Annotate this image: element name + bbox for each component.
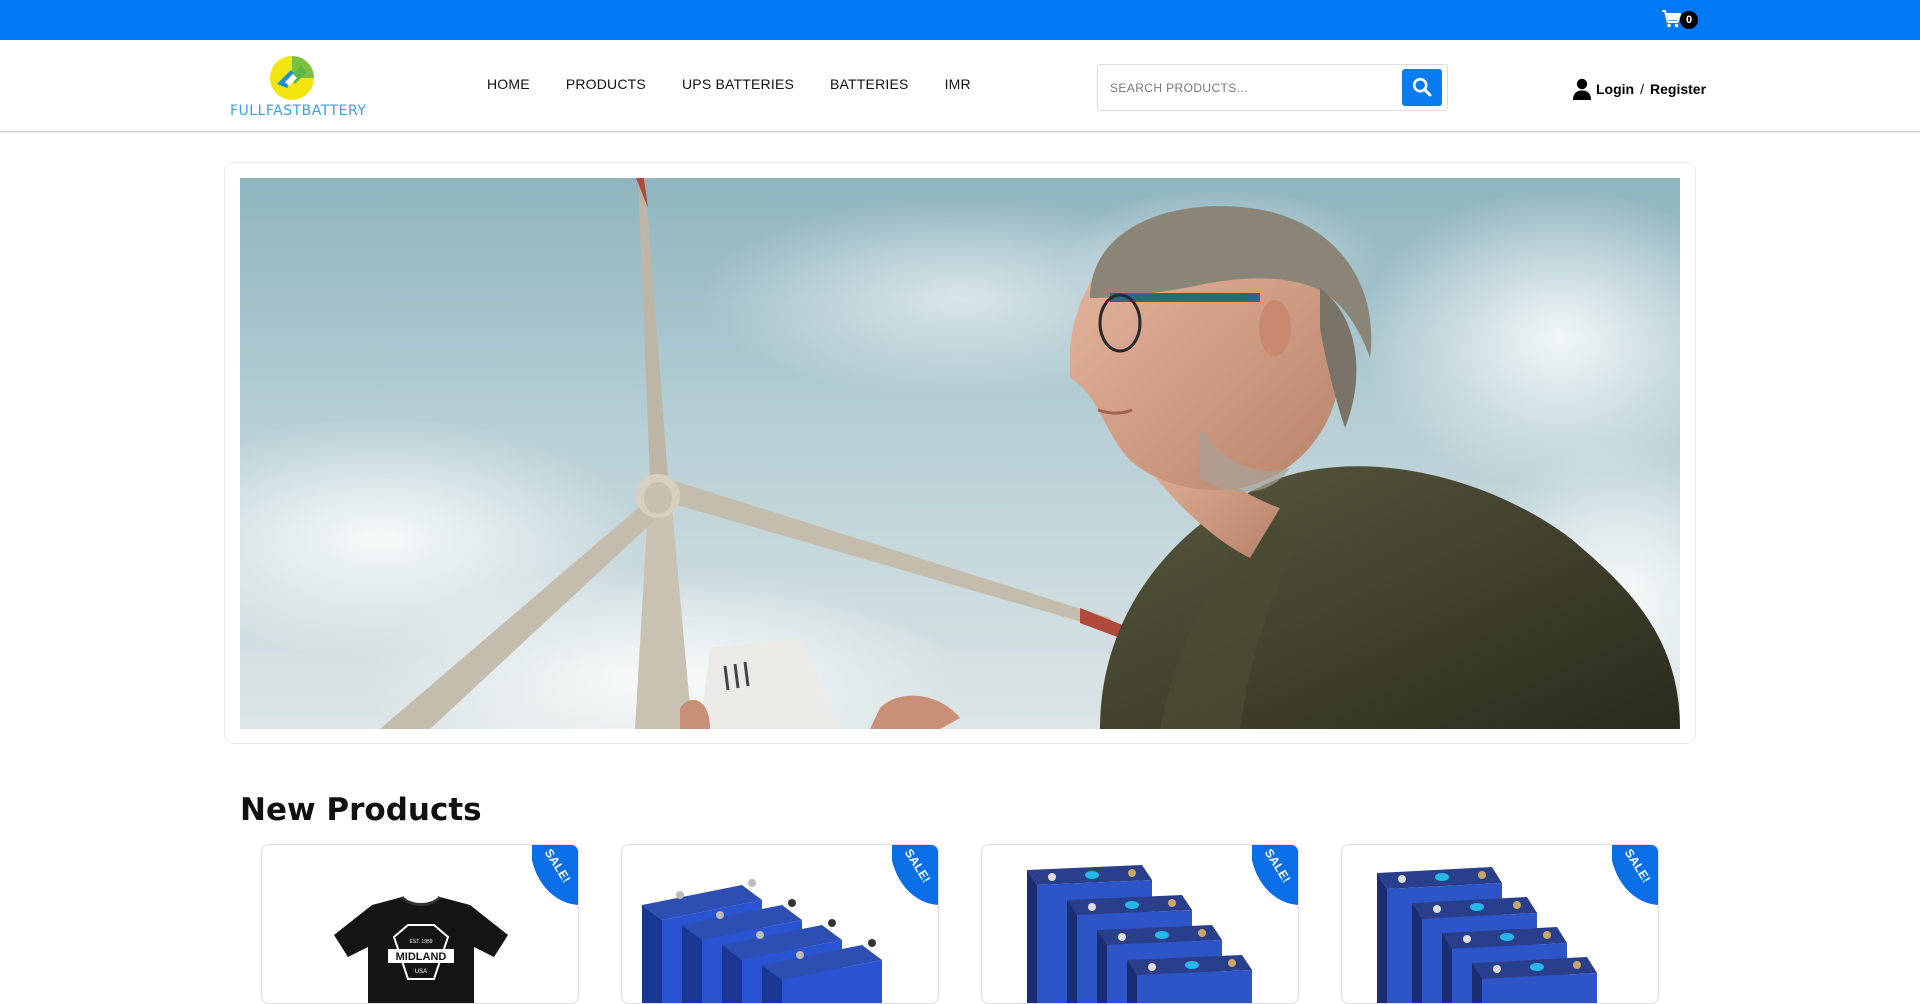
site-header: FULLFASTBATTERY HOME PRODUCTS UPS BATTER…: [0, 40, 1920, 132]
sale-badge: SALE!: [892, 845, 938, 905]
svg-text:MIDLAND: MIDLAND: [396, 951, 447, 963]
search-button[interactable]: [1402, 69, 1442, 106]
login-link[interactable]: Login: [1596, 81, 1634, 97]
sale-badge: SALE!: [1612, 845, 1658, 905]
nav-batteries[interactable]: BATTERIES: [830, 76, 909, 92]
cart-count-badge: 0: [1680, 11, 1698, 29]
new-products-title: New Products: [240, 792, 482, 828]
sale-badge: SALE!: [1252, 845, 1298, 905]
product-card[interactable]: SALE!: [981, 844, 1299, 1004]
site-logo[interactable]: FULLFASTBATTERY: [230, 54, 367, 124]
nav-imr[interactable]: IMR: [945, 76, 971, 92]
top-bar: 0: [0, 0, 1920, 40]
search-input[interactable]: [1110, 75, 1390, 101]
search-icon: [1412, 77, 1432, 97]
nav-home[interactable]: HOME: [487, 76, 530, 92]
nav-ups-batteries[interactable]: UPS BATTERIES: [682, 76, 794, 92]
hero-banner-image[interactable]: [240, 178, 1680, 729]
product-card[interactable]: SALE!: [621, 844, 939, 1004]
search-box: [1097, 64, 1448, 111]
user-icon: [1573, 78, 1591, 100]
svg-text:USA: USA: [415, 969, 427, 975]
svg-text:EST. 1959: EST. 1959: [409, 939, 432, 945]
nav-products[interactable]: PRODUCTS: [566, 76, 646, 92]
logo-text: FULLFASTBATTERY: [230, 103, 367, 119]
logo-emblem-icon: [270, 56, 314, 100]
account-separator: /: [1640, 81, 1644, 97]
main-nav: HOME PRODUCTS UPS BATTERIES BATTERIES IM…: [487, 76, 971, 92]
sale-badge: SALE!: [532, 845, 578, 905]
product-card[interactable]: SALE!: [1341, 844, 1659, 1004]
hero-photo: [240, 178, 1680, 729]
cart-button[interactable]: 0: [1661, 8, 1701, 34]
product-card[interactable]: MIDLAND EST. 1959 USA SALE!: [261, 844, 579, 1004]
register-link[interactable]: Register: [1650, 81, 1706, 97]
account-links: Login / Register: [1572, 77, 1706, 101]
cart-icon: [1662, 10, 1681, 28]
